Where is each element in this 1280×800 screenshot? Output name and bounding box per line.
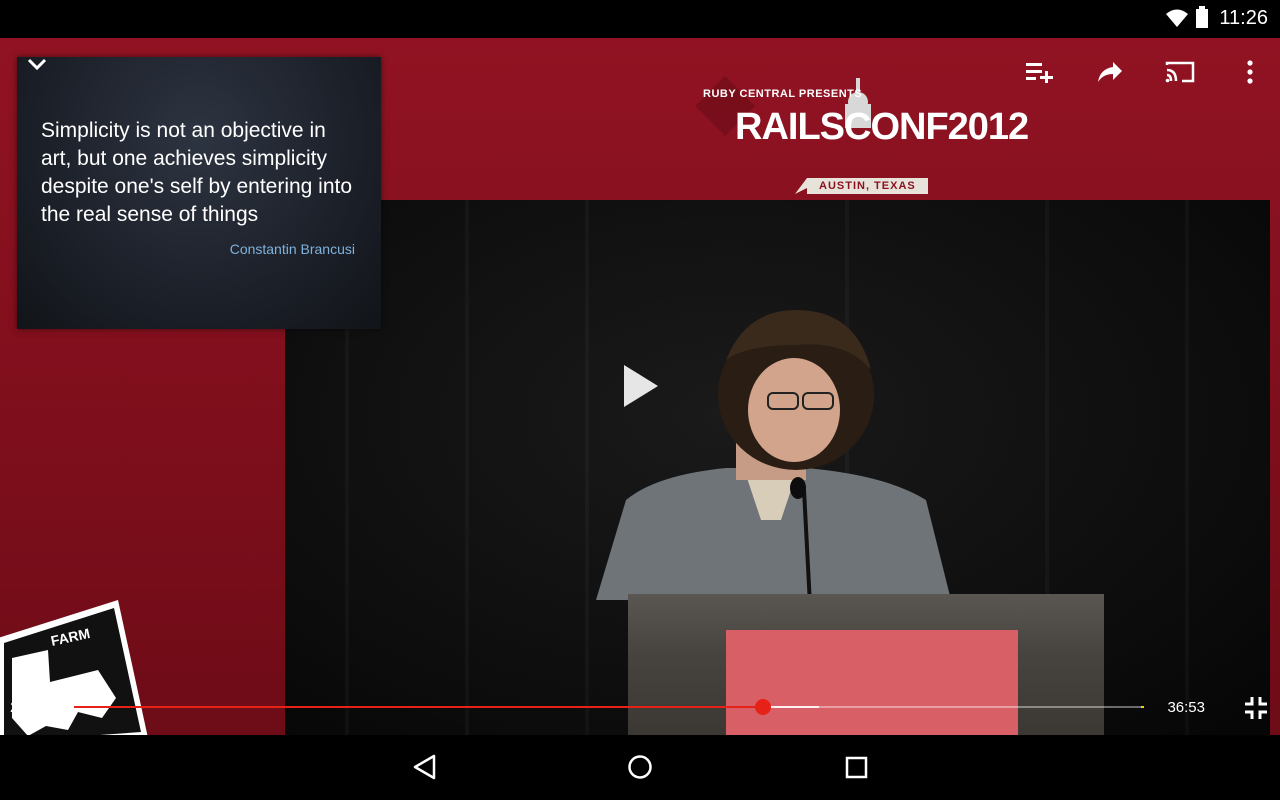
cast-icon — [1165, 60, 1195, 89]
logo-presents: RUBY CENTRAL PRESENTS — [703, 88, 863, 100]
system-nav-bar — [0, 735, 1280, 800]
scrubber-handle[interactable] — [755, 699, 772, 715]
battery-icon — [1196, 6, 1208, 33]
add-to-playlist-button[interactable] — [1024, 58, 1056, 90]
logo-location: AUSTIN, TEXAS — [807, 178, 928, 194]
progress-track[interactable] — [74, 699, 1144, 715]
playlist-add-icon — [1026, 61, 1054, 88]
conference-logo: RUBY CENTRAL PRESENTS RAILSCONF2012 AUST… — [695, 76, 1029, 194]
more-vert-icon — [1246, 59, 1254, 89]
slide-author: Constantin Brancusi — [229, 241, 355, 257]
slide-quote: Simplicity is not an objective in art, b… — [41, 119, 353, 226]
status-time: 11:26 — [1219, 7, 1268, 29]
share-button[interactable] — [1094, 58, 1126, 90]
logo-title: RAILSCONF2012 — [735, 106, 1029, 148]
fullscreen-exit-icon[interactable] — [1244, 696, 1268, 725]
home-icon[interactable] — [627, 753, 653, 786]
total-time: 36:53 — [1167, 699, 1205, 716]
cast-button[interactable] — [1164, 58, 1196, 90]
progress-end-marker — [1141, 706, 1144, 708]
video-player[interactable]: RUBY CENTRAL PRESENTS RAILSCONF2012 AUST… — [0, 38, 1280, 735]
player-actions — [1024, 56, 1266, 92]
speaker-figure — [596, 310, 951, 600]
share-icon — [1097, 61, 1123, 88]
back-icon[interactable] — [412, 753, 438, 786]
quote-slide: Simplicity is not an objective in art, b… — [17, 57, 381, 329]
chevron-down-icon[interactable] — [26, 58, 48, 77]
status-bar: 11:26 — [0, 0, 1280, 38]
played-bar — [74, 706, 764, 708]
recents-icon[interactable] — [844, 753, 870, 786]
more-options-button[interactable] — [1234, 58, 1266, 90]
seek-bar[interactable]: 23:47 36:53 — [0, 688, 1280, 728]
current-time: 23:47 — [10, 699, 48, 716]
wifi-icon — [1166, 8, 1188, 33]
